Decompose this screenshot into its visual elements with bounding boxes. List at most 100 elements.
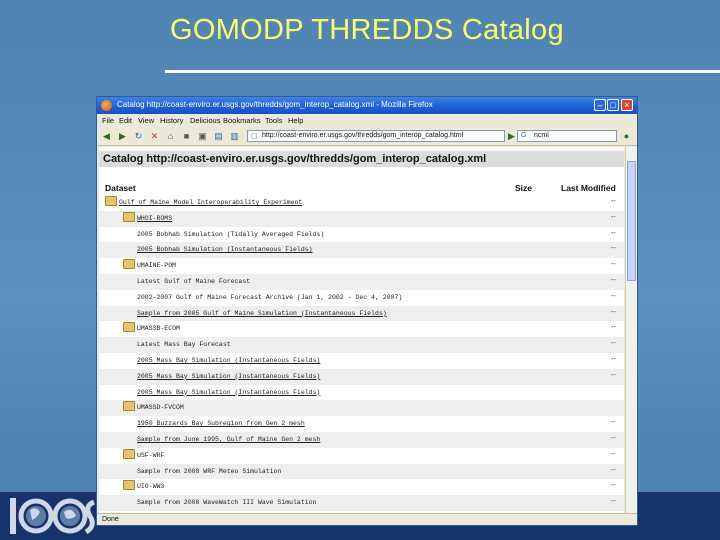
menu-file[interactable]: File — [102, 116, 114, 125]
last-modified-value: -- — [611, 450, 616, 458]
forward-icon[interactable]: ▶ — [117, 131, 128, 142]
last-modified-value: -- — [611, 198, 616, 205]
minimize-button[interactable]: – — [594, 99, 606, 111]
catalog-folder-link[interactable]: UMAINE-POM — [137, 262, 176, 269]
table-row: 2002-2007 Gulf of Maine Forecast Archive… — [99, 290, 624, 306]
scrollbar-thumb[interactable] — [627, 161, 636, 281]
last-modified-value: -- — [611, 371, 616, 379]
menu-bookmarks[interactable]: Bookmarks — [223, 116, 261, 125]
menu-delicious[interactable]: Delicious — [190, 116, 220, 125]
table-row: WHOI-ROMS -- — [99, 210, 624, 227]
folder-icon — [123, 448, 135, 459]
last-modified-value: -- — [611, 292, 616, 300]
folder-icon — [123, 259, 135, 270]
home-icon[interactable]: ⌂ — [165, 131, 176, 142]
menu-bar: File Edit View History Delicious Bookmar… — [97, 115, 637, 128]
dataset-link[interactable]: Sample from 2005 Gulf of Maine Simulatio… — [137, 310, 387, 317]
page-content: Catalog http://coast-enviro.er.usgs.gov/… — [99, 147, 624, 513]
maximize-button[interactable]: □ — [607, 99, 619, 111]
url-bar[interactable]: ▢ http://coast-enviro.er.usgs.gov/thredd… — [247, 130, 505, 142]
table-row: UMASSB-ECOM -- — [99, 321, 624, 337]
catalog-folder-link[interactable]: UMASSD-FVCOM — [137, 404, 184, 411]
table-row: 2005 Bobhab Simulation (Instantaneous Fi… — [99, 242, 624, 259]
dataset-link[interactable]: 2005 Bobhab Simulation (Tidally Averaged… — [137, 231, 324, 238]
folder-icon — [123, 211, 135, 222]
last-modified-value: -- — [611, 277, 616, 284]
menu-tools[interactable]: Tools — [265, 116, 283, 125]
last-modified-value: -- — [611, 340, 616, 348]
catalog-folder-link[interactable]: USF-WRF — [137, 452, 164, 459]
table-row: USF-WRF -- — [99, 448, 624, 464]
table-row: Sample from 2005 Gulf of Maine Simulatio… — [99, 305, 624, 322]
dataset-link[interactable]: Latest Mass Bay Forecast — [137, 341, 231, 348]
table-row: 2005 Mass Bay Simulation (Instantaneous … — [99, 353, 624, 369]
menu-help[interactable]: Help — [288, 116, 303, 125]
url-text: http://coast-enviro.er.usgs.gov/thredds/… — [262, 132, 464, 139]
last-modified-value: -- — [611, 229, 616, 237]
page-heading: Catalog http://coast-enviro.er.usgs.gov/… — [99, 151, 624, 167]
modified-column-header: Last Modified — [561, 183, 616, 193]
slide-title: GOMODP THREDDS Catalog — [170, 14, 564, 46]
close-button[interactable]: × — [621, 99, 633, 111]
catalog-folder-link[interactable]: Gulf of Maine Model Interoperability Exp… — [119, 199, 302, 206]
ioos-logo — [10, 498, 96, 535]
tag-icon[interactable]: ▣ — [197, 131, 208, 142]
title-divider — [165, 70, 720, 73]
table-row: Gulf of Maine Model Interoperability Exp… — [99, 195, 624, 211]
go-icon[interactable]: ▶ — [506, 131, 517, 142]
dataset-link[interactable]: 2005 Bobhab Simulation (Instantaneous Fi… — [137, 246, 313, 253]
dataset-link[interactable]: Sample from 2008 WaveWatch III Wave Simu… — [137, 499, 316, 506]
last-modified-value: -- — [611, 419, 616, 427]
folder-icon — [123, 401, 135, 412]
vertical-scrollbar[interactable] — [625, 147, 637, 513]
bookmark-icon[interactable]: ■ — [181, 131, 192, 142]
stop-icon[interactable]: ✕ — [149, 131, 160, 142]
size-column-header: Size — [515, 183, 533, 193]
table-row: 2005 Bobhab Simulation (Tidally Averaged… — [99, 227, 624, 243]
table-row: Sample from June 1995, Gulf of Maine Gen… — [99, 432, 624, 448]
reload-icon[interactable]: ↻ — [133, 131, 144, 142]
search-value: ncml — [534, 132, 549, 139]
window-title: Catalog http://coast-enviro.er.usgs.gov/… — [117, 100, 433, 109]
search-go-icon[interactable]: ● — [621, 131, 632, 142]
dataset-link[interactable]: 2005 Mass Bay Simulation (Instantaneous … — [137, 389, 320, 396]
back-icon[interactable]: ◀ — [101, 131, 112, 142]
folder-icon — [123, 480, 135, 491]
table-row: Sample from 2008 WRF Meteo Simulation -- — [99, 463, 624, 480]
menu-history[interactable]: History — [160, 116, 183, 125]
table-row: 2005 Mass Bay Simulation (Instantaneous … — [99, 385, 624, 401]
folder-icon — [105, 196, 117, 206]
dataset-link[interactable]: 2005 Mass Bay Simulation (Instantaneous … — [137, 357, 320, 364]
last-modified-value: -- — [611, 324, 616, 332]
catalog-folder-link[interactable]: WHOI-ROMS — [137, 215, 172, 222]
table-row: Latest Mass Bay Forecast -- — [99, 337, 624, 353]
browser-window: Catalog http://coast-enviro.er.usgs.gov/… — [96, 96, 638, 526]
table-row: 2005 Mass Bay Simulation (Instantaneous … — [99, 368, 624, 385]
table-row: Sample from 2008 WaveWatch III Wave Simu… — [99, 495, 624, 511]
search-engine-icon: G — [521, 132, 527, 139]
search-input[interactable]: G ncml — [517, 130, 617, 142]
table-row: 1950 Buzzards Bay Subregion from Gen 2 m… — [99, 416, 624, 432]
print-icon[interactable]: ▤ — [213, 131, 224, 142]
dataset-link[interactable]: Latest Gulf of Maine Forecast — [137, 278, 250, 285]
folder-icon — [123, 322, 135, 333]
dataset-link[interactable]: Sample from 2008 WRF Meteo Simulation — [137, 468, 281, 475]
catalog-folder-link[interactable]: UIO-WW3 — [137, 483, 164, 490]
menu-edit[interactable]: Edit — [119, 116, 132, 125]
dataset-link[interactable]: 1950 Buzzards Bay Subregion from Gen 2 m… — [137, 420, 305, 427]
navigation-toolbar: ◀ ▶ ↻ ✕ ⌂ ■ ▣ ▤ ▥ ▢ http://coast-enviro.… — [97, 128, 637, 146]
last-modified-value: -- — [611, 308, 616, 316]
dataset-column-header: Dataset — [105, 183, 136, 193]
last-modified-value: -- — [611, 213, 616, 221]
last-modified-value: -- — [611, 466, 616, 474]
last-modified-value: -- — [611, 435, 616, 442]
table-row: UIO-WW3 -- — [99, 479, 624, 495]
dataset-link[interactable]: 2005 Mass Bay Simulation (Instantaneous … — [137, 373, 320, 380]
last-modified-value: -- — [611, 245, 616, 253]
catalog-folder-link[interactable]: UMASSB-ECOM — [137, 325, 180, 332]
last-modified-value: -- — [611, 482, 616, 490]
page-icon[interactable]: ▥ — [229, 131, 240, 142]
dataset-link[interactable]: Sample from June 1995, Gulf of Maine Gen… — [137, 436, 320, 443]
dataset-link[interactable]: 2002-2007 Gulf of Maine Forecast Archive… — [137, 294, 402, 301]
menu-view[interactable]: View — [138, 116, 154, 125]
